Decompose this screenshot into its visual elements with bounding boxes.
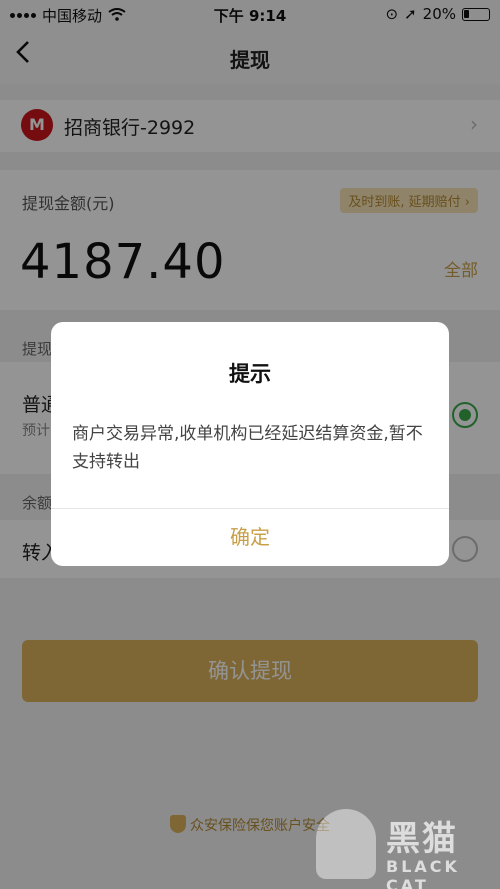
dialog-ok-button[interactable]: 确定 (51, 509, 449, 566)
dialog-title: 提示 (229, 362, 271, 386)
cat-logo-icon (316, 809, 376, 879)
watermark-subtext: BLACK CAT (386, 857, 460, 889)
watermark: 黑猫 BLACK CAT (316, 809, 496, 889)
dialog-message: 商户交易异常,收单机构已经延迟结算资金,暂不支持转出 (72, 424, 423, 472)
watermark-text: 黑猫 (386, 819, 458, 859)
alert-dialog: 提示 商户交易异常,收单机构已经延迟结算资金,暂不支持转出 确定 (51, 322, 449, 566)
